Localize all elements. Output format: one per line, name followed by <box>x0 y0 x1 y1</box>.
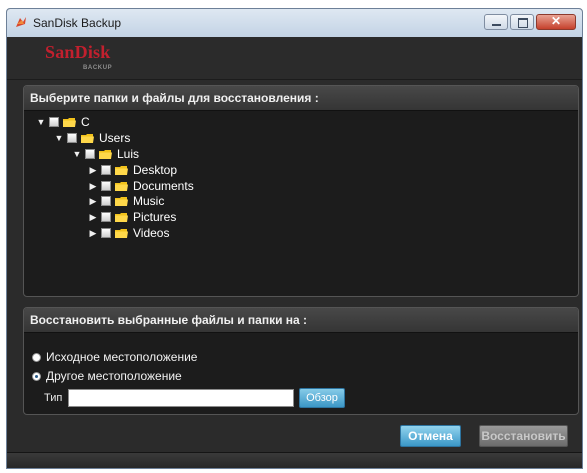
folder-icon <box>115 229 128 238</box>
close-button[interactable]: ✕ <box>536 14 576 30</box>
original-location-option[interactable]: Исходное местоположение <box>32 350 197 364</box>
maximize-button[interactable] <box>510 14 534 30</box>
tree-item-music[interactable]: ▶ Music <box>88 193 165 209</box>
checkbox[interactable] <box>101 181 111 191</box>
other-location-option[interactable]: Другое местоположение <box>32 369 182 383</box>
minimize-button[interactable] <box>484 14 508 30</box>
tree-item-label: Videos <box>133 226 170 240</box>
folder-icon <box>115 182 128 191</box>
logo-subtitle: BACKUP <box>83 65 113 71</box>
close-icon: ✕ <box>550 14 562 28</box>
tree-item-label: Music <box>133 194 165 208</box>
collapsed-arrow-icon[interactable]: ▶ <box>88 225 98 241</box>
tree-item-label: Pictures <box>133 210 177 224</box>
checkbox[interactable] <box>101 196 111 206</box>
checkbox[interactable] <box>101 212 111 222</box>
window-title: SanDisk Backup <box>33 16 122 30</box>
folder-icon <box>99 150 112 159</box>
checkbox[interactable] <box>67 133 77 143</box>
window-controls: ✕ <box>482 14 576 30</box>
path-label: Тип <box>44 392 63 404</box>
folder-icon <box>63 118 76 127</box>
radio-button-selected[interactable] <box>32 371 41 381</box>
restore-location-heading: Восстановить выбранные файлы и папки на … <box>24 308 578 333</box>
folder-icon <box>115 166 128 175</box>
footer-bar <box>7 452 582 468</box>
tree-item-videos[interactable]: ▶ Videos <box>88 225 170 241</box>
restore-location-panel: Восстановить выбранные файлы и папки на … <box>23 307 579 415</box>
collapsed-arrow-icon[interactable]: ▶ <box>88 162 98 178</box>
folder-icon <box>81 134 94 143</box>
tree-item-luis[interactable]: ▼ Luis <box>72 146 139 162</box>
restore-button[interactable]: Восстановить <box>479 425 568 447</box>
sandisk-logo: SanDisk <box>45 42 111 62</box>
file-tree-heading: Выберите папки и файлы для восстановлени… <box>24 86 578 111</box>
tree-item-label: Users <box>99 131 131 145</box>
other-location-label: Другое местоположение <box>46 369 182 383</box>
folder-icon <box>115 213 128 222</box>
minimize-icon <box>492 24 501 26</box>
maximize-icon <box>518 18 528 28</box>
tree-item-label: Luis <box>117 147 140 161</box>
tree-item-label: Documents <box>133 179 194 193</box>
sandisk-app-icon <box>16 17 26 27</box>
tree-item-label: C <box>81 115 90 129</box>
checkbox[interactable] <box>49 117 59 127</box>
radio-button[interactable] <box>32 352 41 362</box>
folder-icon <box>115 197 128 206</box>
tree-item-label: Desktop <box>133 163 178 177</box>
checkbox[interactable] <box>85 149 95 159</box>
expand-arrow-icon[interactable]: ▼ <box>54 130 64 146</box>
title-bar[interactable]: SanDisk Backup ✕ <box>7 9 582 38</box>
collapsed-arrow-icon[interactable]: ▶ <box>88 209 98 225</box>
app-window: SanDisk Backup ✕ SanDisk BACKUP Выберите… <box>6 8 583 469</box>
file-tree-panel: Выберите папки и файлы для восстановлени… <box>23 85 579 297</box>
tree-item-c[interactable]: ▼ C <box>36 114 90 130</box>
browse-button[interactable]: Обзор <box>299 388 345 408</box>
tree-item-desktop[interactable]: ▶ Desktop <box>88 162 178 178</box>
path-input[interactable] <box>68 389 294 407</box>
expand-arrow-icon[interactable]: ▼ <box>36 114 46 130</box>
app-header: SanDisk BACKUP <box>7 37 582 80</box>
cancel-button[interactable]: Отмена <box>400 425 461 447</box>
collapsed-arrow-icon[interactable]: ▶ <box>88 178 98 194</box>
original-location-label: Исходное местоположение <box>46 350 198 364</box>
expand-arrow-icon[interactable]: ▼ <box>72 146 82 162</box>
tree-item-documents[interactable]: ▶ Documents <box>88 178 194 194</box>
collapsed-arrow-icon[interactable]: ▶ <box>88 193 98 209</box>
checkbox[interactable] <box>101 228 111 238</box>
tree-item-users[interactable]: ▼ Users <box>54 130 131 146</box>
checkbox[interactable] <box>101 165 111 175</box>
tree-item-pictures[interactable]: ▶ Pictures <box>88 209 177 225</box>
